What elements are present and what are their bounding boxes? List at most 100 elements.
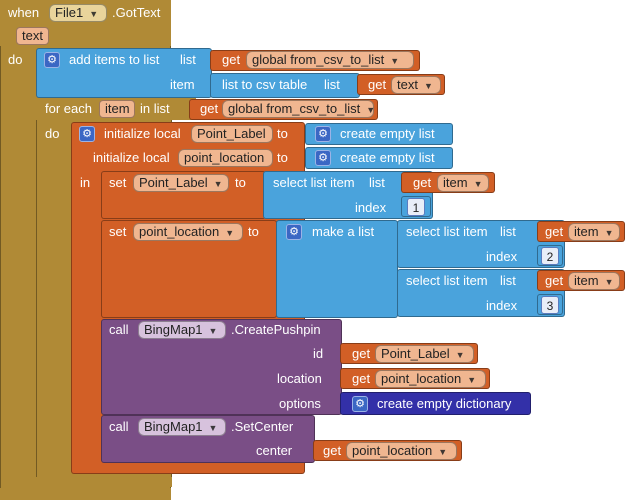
set-label: set: [109, 175, 127, 190]
get-label: get: [323, 443, 342, 458]
variable-name: point_location: [381, 371, 462, 386]
gear-icon[interactable]: ⚙: [315, 150, 331, 166]
when-label: when: [8, 5, 40, 20]
add-items-label: add items to list: [69, 52, 160, 67]
number-field-3[interactable]: 3: [541, 296, 559, 314]
get-label: get: [200, 101, 219, 116]
event-block-footer: [0, 488, 171, 500]
variable-name: global from_csv_to_list: [252, 52, 385, 67]
variable-name: item: [574, 224, 599, 239]
dropdown-arrow-icon: ▼: [473, 179, 483, 189]
get-label: get: [413, 175, 432, 190]
select-list-item-label: select list item: [406, 224, 488, 239]
list-to-csv-label: list to csv table: [222, 77, 308, 92]
component-name: BingMap1: [144, 419, 203, 434]
gear-icon[interactable]: ⚙: [44, 52, 60, 68]
variable-dropdown-text[interactable]: text ▼: [391, 76, 441, 94]
variable-name: global from_csv_to_list: [228, 101, 361, 116]
location-label: location: [277, 371, 322, 386]
dropdown-arrow-icon: ▼: [366, 105, 376, 115]
variable-dropdown-item[interactable]: item ▼: [568, 272, 620, 290]
get-label: get: [222, 52, 241, 67]
dropdown-arrow-icon: ▼: [423, 81, 433, 91]
for-each-variable-item[interactable]: item: [99, 100, 135, 118]
call-label: call: [109, 322, 129, 337]
variable-name: point_location: [352, 443, 433, 458]
variable-name: item: [574, 273, 599, 288]
method-name: .SetCenter: [231, 419, 294, 434]
component-name: File1: [55, 5, 84, 20]
select-list-label: list: [500, 224, 516, 239]
local-variable-point-label[interactable]: Point_Label: [191, 125, 273, 143]
variable-dropdown-item[interactable]: item ▼: [568, 223, 620, 241]
dropdown-arrow-icon: ▼: [455, 350, 465, 360]
init-local-label-2: initialize local: [93, 150, 170, 165]
get-label: get: [545, 224, 564, 239]
local-variable-name: Point_Label: [197, 126, 266, 141]
dropdown-arrow-icon: ▼: [89, 9, 99, 19]
get-label: get: [368, 77, 387, 92]
event-param-text[interactable]: text: [16, 27, 49, 45]
variable-name: item: [443, 175, 468, 190]
in-list-label: in list: [140, 101, 170, 116]
method-name: .CreatePushpin: [231, 322, 321, 337]
variable-dropdown-point-location[interactable]: point_location ▼: [375, 370, 486, 388]
get-label: get: [545, 273, 564, 288]
select-index-label: index: [355, 200, 387, 215]
dropdown-arrow-icon: ▼: [208, 326, 218, 336]
set-variable-dropdown-point-location[interactable]: point_location ▼: [133, 223, 243, 241]
center-label: center: [256, 443, 293, 458]
gear-icon[interactable]: ⚙: [315, 126, 331, 142]
number-field-2[interactable]: 2: [541, 247, 559, 265]
component-name: BingMap1: [144, 322, 203, 337]
init-local-to-1: to: [277, 126, 288, 141]
for-each-do-label: do: [45, 126, 60, 141]
add-items-item-label: item: [170, 77, 195, 92]
dropdown-arrow-icon: ▼: [213, 179, 223, 189]
gear-icon[interactable]: ⚙: [352, 396, 368, 412]
select-list-item-label: select list item: [273, 175, 355, 190]
variable-dropdown-item[interactable]: item ▼: [437, 174, 489, 192]
set-variable-dropdown-point-label[interactable]: Point_Label ▼: [133, 174, 229, 192]
for-each-variable-name: item: [105, 101, 130, 116]
select-list-label: list: [500, 273, 516, 288]
gear-icon[interactable]: ⚙: [286, 224, 302, 240]
for-each-footer: [36, 477, 172, 487]
init-local-to-2: to: [277, 150, 288, 165]
set-to-label: to: [235, 175, 246, 190]
gear-icon[interactable]: ⚙: [79, 126, 95, 142]
dropdown-arrow-icon: ▼: [208, 423, 218, 433]
dropdown-arrow-icon: ▼: [390, 56, 400, 66]
init-local-in-label: in: [80, 175, 91, 190]
call-label: call: [109, 419, 129, 434]
select-list-item-label: select list item: [406, 273, 488, 288]
get-label: get: [352, 346, 371, 361]
variable-dropdown-point-label[interactable]: Point_Label ▼: [375, 345, 474, 363]
variable-dropdown-global-from-csv-to-list[interactable]: global from_csv_to_list ▼: [246, 51, 414, 69]
create-empty-list-label: create empty list: [340, 126, 435, 141]
variable-dropdown-point-location[interactable]: point_location ▼: [346, 442, 457, 460]
options-label: options: [279, 396, 321, 411]
set-label: set: [109, 224, 127, 239]
number-field-1[interactable]: 1: [407, 198, 425, 216]
local-variable-point-location[interactable]: point_location: [178, 149, 273, 167]
add-items-list-label: list: [180, 52, 196, 67]
create-empty-list-label: create empty list: [340, 150, 435, 165]
variable-dropdown-global-from-csv-to-list-2[interactable]: global from_csv_to_list ▼: [222, 100, 376, 118]
local-variable-name: point_location: [184, 150, 265, 165]
event-param-label: text: [22, 28, 43, 43]
dropdown-arrow-icon: ▼: [225, 228, 235, 238]
select-index-label: index: [486, 298, 518, 313]
init-local-label-1: initialize local: [104, 126, 181, 141]
component-dropdown-bingmap1[interactable]: BingMap1 ▼: [138, 418, 226, 436]
dropdown-arrow-icon: ▼: [438, 447, 448, 457]
dropdown-arrow-icon: ▼: [604, 228, 614, 238]
create-empty-dictionary-label: create empty dictionary: [377, 396, 512, 411]
component-dropdown-bingmap1[interactable]: BingMap1 ▼: [138, 321, 226, 339]
do-label: do: [8, 52, 23, 67]
component-dropdown-file1[interactable]: File1 ▼: [49, 4, 107, 22]
list-to-csv-list-label: list: [324, 77, 340, 92]
select-index-label: index: [486, 249, 518, 264]
dropdown-arrow-icon: ▼: [467, 375, 477, 385]
variable-name: point_location: [139, 224, 220, 239]
